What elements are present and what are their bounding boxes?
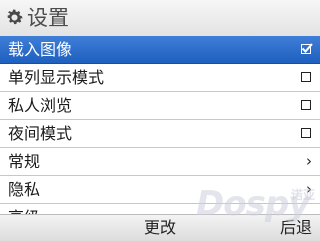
change-softkey[interactable]: 更改 bbox=[0, 218, 320, 238]
load-images-checkbox[interactable] bbox=[301, 43, 313, 54]
gear-icon bbox=[7, 9, 23, 25]
night-mode-checkbox[interactable] bbox=[301, 128, 311, 138]
single-column-checkbox[interactable] bbox=[301, 72, 311, 82]
menu-item-label: 隐私 bbox=[8, 180, 41, 199]
menu-item-label: 载入图像 bbox=[8, 40, 73, 59]
menu-item-private-browsing[interactable]: 私人浏览 bbox=[0, 92, 320, 120]
menu-item-label: 单列显示模式 bbox=[8, 68, 105, 87]
menu-item-label: 私人浏览 bbox=[8, 96, 73, 115]
private-browsing-checkbox[interactable] bbox=[301, 100, 311, 110]
chevron-right-icon: › bbox=[306, 180, 312, 198]
settings-list: 载入图像 单列显示模式 私人浏览 夜间模式 常规 › 隐私 › 高级 › bbox=[0, 36, 320, 214]
menu-item-label: 常规 bbox=[8, 152, 41, 171]
menu-item-privacy[interactable]: 隐私 › bbox=[0, 176, 320, 204]
page-title: 设置 bbox=[27, 6, 69, 30]
menu-item-advanced[interactable]: 高级 › bbox=[0, 204, 320, 214]
menu-item-load-images[interactable]: 载入图像 bbox=[0, 36, 320, 64]
softkey-bar: 更改 后退 bbox=[0, 214, 320, 241]
back-softkey[interactable]: 后退 bbox=[280, 218, 312, 238]
menu-item-night-mode[interactable]: 夜间模式 bbox=[0, 120, 320, 148]
checkmark-icon bbox=[301, 43, 313, 53]
title-bar: 设置 bbox=[0, 0, 320, 37]
menu-item-label: 高级 bbox=[8, 207, 40, 214]
menu-item-label: 夜间模式 bbox=[8, 124, 73, 143]
chevron-right-icon: › bbox=[306, 152, 312, 170]
menu-item-general[interactable]: 常规 › bbox=[0, 148, 320, 176]
menu-item-single-column[interactable]: 单列显示模式 bbox=[0, 64, 320, 92]
